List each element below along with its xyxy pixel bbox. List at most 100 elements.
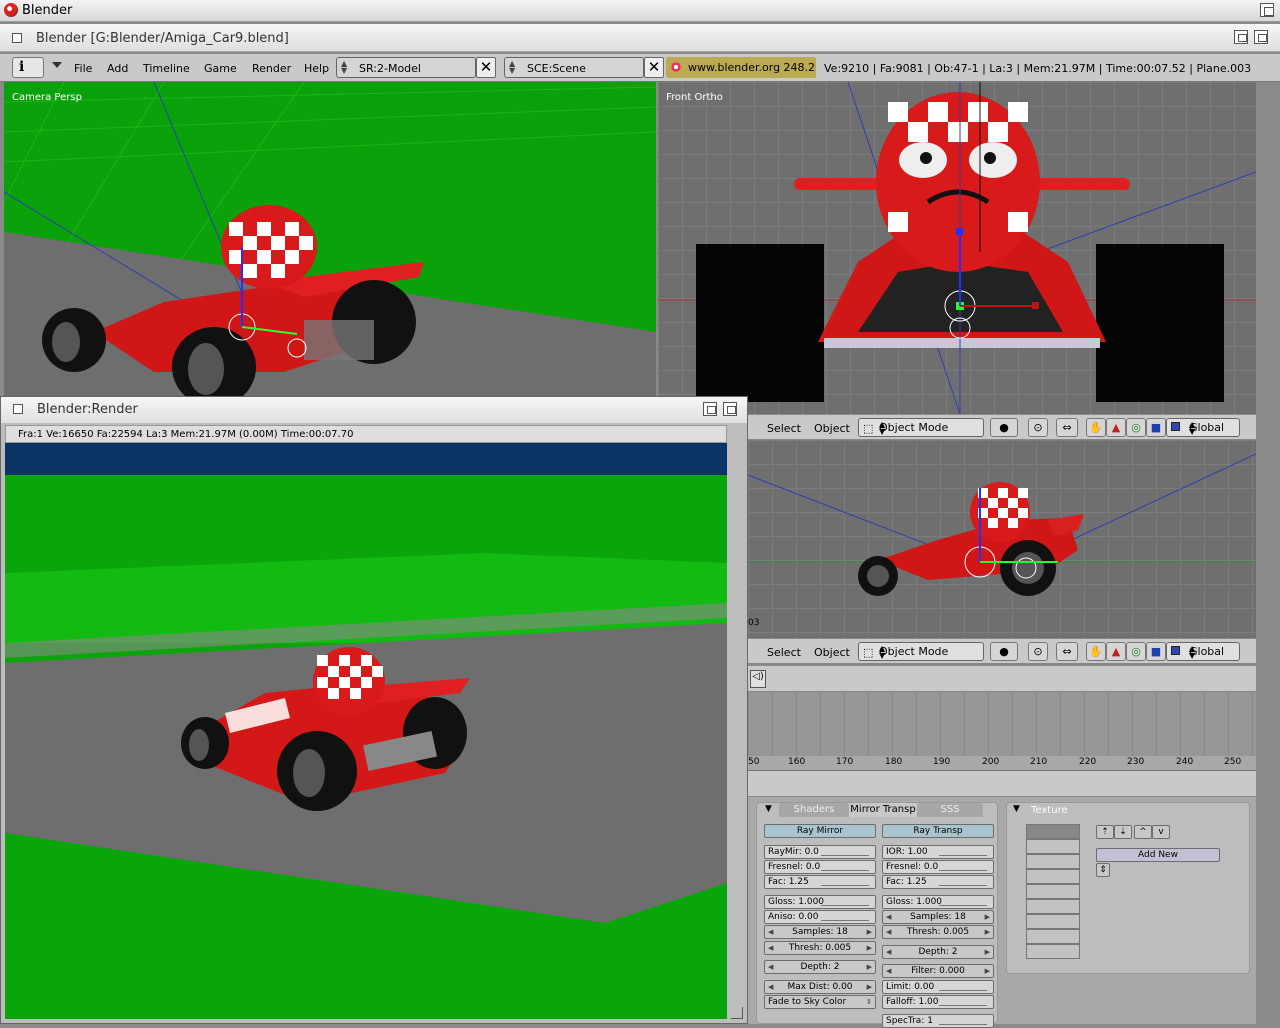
menu-add[interactable]: Add: [107, 62, 128, 75]
samples-mirror-field[interactable]: ◀ Samples: 18 ▶: [764, 925, 876, 939]
raymir-slider[interactable]: RayMir: 0.0: [764, 845, 876, 859]
texture-slot[interactable]: [1026, 944, 1080, 959]
texture-slot[interactable]: [1026, 839, 1080, 854]
speaker-icon[interactable]: ◁): [750, 670, 766, 688]
maximize-window-icon[interactable]: [1254, 30, 1268, 44]
texture-slot[interactable]: [1026, 869, 1080, 884]
maxdist-field[interactable]: ◀ Max Dist: 0.00 ▶: [764, 980, 876, 994]
side-viewport[interactable]: 03: [748, 440, 1256, 638]
maxdist-label: Max Dist: 0.00: [787, 982, 853, 992]
browse-texture-icon[interactable]: ⇕: [1096, 863, 1110, 877]
delete-screen-button[interactable]: ✕: [476, 57, 496, 78]
spectra-slider[interactable]: SpecTra: 1: [882, 1014, 994, 1028]
menu-help[interactable]: Help: [304, 62, 329, 75]
draw-type-button[interactable]: ●: [990, 642, 1018, 661]
menu-timeline[interactable]: Timeline: [143, 62, 190, 75]
menu-file[interactable]: File: [74, 62, 92, 75]
rotate-icon[interactable]: ◎: [1126, 642, 1146, 661]
mode-selector[interactable]: ⬚ Object Mode ▲ ▼: [858, 418, 984, 437]
ior-slider[interactable]: IOR: 1.00: [882, 845, 994, 859]
camera-viewport[interactable]: Camera Persp: [4, 82, 656, 396]
add-new-texture-button[interactable]: Add New: [1096, 848, 1220, 862]
scale-icon[interactable]: ■: [1146, 642, 1166, 661]
restore-icon[interactable]: [703, 402, 717, 416]
texture-slot[interactable]: [1026, 854, 1080, 869]
thresh-transp-field[interactable]: ◀ Thresh: 0.005 ▶: [882, 925, 994, 939]
gloss-mirror-slider[interactable]: Gloss: 1.000: [764, 895, 876, 909]
tab-sss[interactable]: SSS: [917, 803, 983, 817]
right-edge-strip: [1256, 82, 1280, 1024]
window-menu-icon[interactable]: [13, 404, 23, 414]
orientation-selector[interactable]: Global ▲ ▼: [1166, 642, 1240, 661]
move-up-icon[interactable]: ^: [1134, 825, 1152, 839]
blender-logo-icon: [670, 61, 682, 73]
menu-object[interactable]: Object: [814, 422, 850, 435]
collapse-menu-icon[interactable]: [52, 62, 62, 68]
scale-icon[interactable]: ■: [1146, 418, 1166, 437]
texture-slot[interactable]: [1026, 884, 1080, 899]
orientation-selector[interactable]: Global ▲ ▼: [1166, 418, 1240, 437]
manipulator-hand-icon[interactable]: ✋: [1086, 642, 1106, 661]
samples-transp-field[interactable]: ◀ Samples: 18 ▶: [882, 910, 994, 924]
front-viewport[interactable]: Front Ortho 03: [658, 82, 1256, 414]
pivot-button[interactable]: ⊙: [1028, 642, 1048, 661]
ray-transp-toggle[interactable]: Ray Transp: [882, 824, 994, 838]
buttons-header: [748, 771, 1256, 797]
pivot-button[interactable]: ⊙: [1028, 418, 1048, 437]
layer-button[interactable]: ⇔: [1056, 418, 1078, 437]
copy-texture-icon[interactable]: ⇡: [1096, 825, 1114, 839]
gloss-transp-slider[interactable]: Gloss: 1.000: [882, 895, 994, 909]
collapse-triangle-icon[interactable]: ▼: [1013, 804, 1020, 814]
texture-slot[interactable]: [1026, 899, 1080, 914]
tab-shaders[interactable]: Shaders: [779, 803, 849, 817]
collapse-triangle-icon[interactable]: ▼: [765, 804, 772, 814]
updown-icon: ▲ ▼: [879, 644, 886, 660]
screen-selector[interactable]: ▲ ▼ SR:2-Model: [336, 57, 476, 78]
filter-field[interactable]: ◀ Filter: 0.000 ▶: [882, 964, 994, 978]
ray-mirror-toggle[interactable]: Ray Mirror: [764, 824, 876, 838]
falloff-slider[interactable]: Falloff: 1.00: [882, 995, 994, 1009]
frame-label: 50: [748, 757, 760, 767]
depth-transp-field[interactable]: ◀ Depth: 2 ▶: [882, 945, 994, 959]
translate-icon[interactable]: ▲: [1106, 418, 1126, 437]
mode-selector[interactable]: ⬚ Object Mode ▲ ▼: [858, 642, 984, 661]
tab-mirror-transp[interactable]: Mirror Transp: [849, 803, 917, 817]
resize-grip-icon[interactable]: [731, 1007, 743, 1019]
thresh-mirror-field[interactable]: ◀ Thresh: 0.005 ▶: [764, 941, 876, 955]
menu-select[interactable]: Select: [767, 646, 801, 659]
restore-icon[interactable]: [1234, 30, 1248, 44]
paste-texture-icon[interactable]: ⇣: [1114, 825, 1132, 839]
thresh-mirror-label: Thresh: 0.005: [788, 943, 852, 953]
maximize-window-icon[interactable]: [723, 402, 737, 416]
depth-mirror-field[interactable]: ◀ Depth: 2 ▶: [764, 960, 876, 974]
fresnel-mirror-slider[interactable]: Fresnel: 0.0: [764, 860, 876, 874]
draw-type-button[interactable]: ●: [990, 418, 1018, 437]
maximize-icon[interactable]: [1260, 3, 1274, 17]
fac-mirror-slider[interactable]: Fac: 1.25: [764, 875, 876, 889]
delete-scene-button[interactable]: ✕: [644, 57, 664, 78]
layer-button[interactable]: ⇔: [1056, 642, 1078, 661]
menu-select[interactable]: Select: [767, 422, 801, 435]
frame-label: 240: [1176, 757, 1194, 767]
fresnel-transp-slider[interactable]: Fresnel: 0.0: [882, 860, 994, 874]
translate-icon[interactable]: ▲: [1106, 642, 1126, 661]
window-type-button[interactable]: i: [12, 57, 44, 78]
menu-game[interactable]: Game: [204, 62, 237, 75]
texture-slot[interactable]: [1026, 914, 1080, 929]
fac-transp-slider[interactable]: Fac: 1.25: [882, 875, 994, 889]
aniso-slider[interactable]: Aniso: 0.00: [764, 910, 876, 924]
object-name-fragment: 03: [748, 618, 760, 628]
manipulator-hand-icon[interactable]: ✋: [1086, 418, 1106, 437]
window-menu-icon[interactable]: [12, 33, 22, 43]
timeline-area[interactable]: [748, 692, 1256, 756]
fade-to-select[interactable]: Fade to Sky Color ⇕: [764, 995, 876, 1009]
texture-slot[interactable]: [1026, 929, 1080, 944]
texture-slot[interactable]: [1026, 824, 1080, 839]
move-down-icon[interactable]: v: [1152, 825, 1170, 839]
menu-object[interactable]: Object: [814, 646, 850, 659]
rotate-icon[interactable]: ◎: [1126, 418, 1146, 437]
timeline-ruler[interactable]: 50 160 170 180 190 200 210 220 230 240 2…: [748, 756, 1256, 770]
scene-selector[interactable]: ▲ ▼ SCE:Scene: [504, 57, 644, 78]
limit-slider[interactable]: Limit: 0.00: [882, 980, 994, 994]
menu-render[interactable]: Render: [252, 62, 291, 75]
